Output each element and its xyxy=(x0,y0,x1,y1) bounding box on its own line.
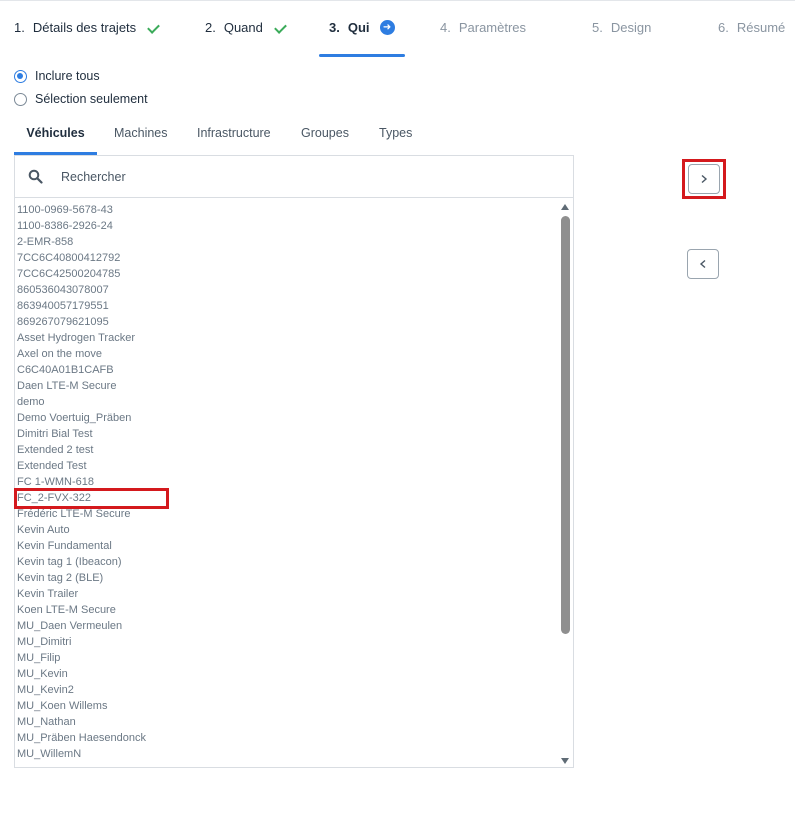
list-item[interactable]: FC_2-FVX-322 xyxy=(15,490,560,506)
radio-label: Sélection seulement xyxy=(35,92,148,106)
list-item[interactable]: 7CC6C42500204785 xyxy=(15,266,560,282)
list-item[interactable]: Extended 2 test xyxy=(15,442,560,458)
step-label: Paramètres xyxy=(458,20,527,35)
list-item[interactable]: MU_Daen Vermeulen xyxy=(15,618,560,634)
list-scrollbar[interactable] xyxy=(558,198,573,767)
step-label: Résumé xyxy=(736,20,786,35)
list-item[interactable]: MU_Filip xyxy=(15,650,560,666)
wizard-stepper: 1. Détails des trajets 2. Quand 3. Qui ➜… xyxy=(0,20,795,58)
radio-selected-icon[interactable] xyxy=(14,69,27,83)
top-divider xyxy=(0,0,795,1)
list-item[interactable]: Koen LTE-M Secure xyxy=(15,602,560,618)
list-item[interactable]: 869267079621095 xyxy=(15,314,560,330)
list-item[interactable]: FC 1-WMN-618 xyxy=(15,474,560,490)
radio-label: Inclure tous xyxy=(35,69,100,83)
chevron-left-icon xyxy=(699,259,706,269)
check-icon xyxy=(147,21,161,34)
step-who[interactable]: 3. Qui ➜ xyxy=(319,20,404,58)
list-item[interactable]: Dimitri Bial Test xyxy=(15,426,560,442)
tab-vehicles[interactable]: Véhicules xyxy=(14,124,97,155)
step-design[interactable]: 5. Design xyxy=(592,20,651,58)
list-item[interactable]: 1100-0969-5678-43 xyxy=(15,202,560,218)
list-item[interactable]: Demo Voertuig_Präben xyxy=(15,410,560,426)
step-parameters[interactable]: 4. Paramètres xyxy=(440,20,526,58)
remove-selection-button[interactable] xyxy=(687,249,719,279)
list-item[interactable]: MU_WillemN xyxy=(15,746,560,762)
scroll-up-icon[interactable] xyxy=(561,204,569,210)
vehicle-list[interactable]: 1100-0969-5678-43 1100-8386-2926-24 2-EMR-… xyxy=(15,202,560,767)
step-number: 4. xyxy=(440,20,451,35)
list-item[interactable]: demo xyxy=(15,394,560,410)
list-item[interactable]: Axel on the move xyxy=(15,346,560,362)
radio-unselected-icon[interactable] xyxy=(14,92,27,106)
step-number: 6. xyxy=(718,20,729,35)
chevron-right-icon xyxy=(701,174,708,184)
tab-types[interactable]: Types xyxy=(379,124,412,155)
search-input[interactable] xyxy=(61,161,541,192)
list-item[interactable]: Frédéric LTE-M Secure xyxy=(15,506,560,522)
step-number: 5. xyxy=(592,20,603,35)
vehicle-list-panel: 1100-0969-5678-431100-8386-2926-242-EMR-… xyxy=(14,155,574,768)
tab-machines[interactable]: Machines xyxy=(114,124,168,155)
step-number: 1. xyxy=(14,20,25,35)
list-item[interactable]: Kevin tag 1 (Ibeacon) xyxy=(15,554,560,570)
list-item[interactable]: 7CC6C40800412792 xyxy=(15,250,560,266)
list-item[interactable]: MU_Nathan xyxy=(15,714,560,730)
list-item[interactable]: MU_Koen Willems xyxy=(15,698,560,714)
check-icon xyxy=(274,21,287,34)
asset-type-tabs: Véhicules Machines Infrastructure Groupe… xyxy=(14,124,424,155)
list-item[interactable]: 863940057179551 xyxy=(15,298,560,314)
step-trip-details[interactable]: 1. Détails des trajets xyxy=(14,20,161,58)
radio-selection-only[interactable]: Sélection seulement xyxy=(14,91,148,107)
selection-mode-group: Inclure tous Sélection seulement xyxy=(14,68,148,114)
list-item[interactable]: Kevin Trailer xyxy=(15,586,560,602)
list-item[interactable]: Kevin Fundamental xyxy=(15,538,560,554)
list-item[interactable]: MU_Kevin xyxy=(15,666,560,682)
step-label: Quand xyxy=(223,20,263,35)
list-item[interactable]: 860536043078007 xyxy=(15,282,560,298)
search-bar xyxy=(15,156,573,198)
list-item[interactable]: C6C40A01B1CAFB xyxy=(15,362,560,378)
list-item[interactable]: Daen LTE-M Secure xyxy=(15,378,560,394)
step-label: Design xyxy=(610,20,652,35)
list-item[interactable]: Kevin Auto xyxy=(15,522,560,538)
step-summary[interactable]: 6. Résumé xyxy=(718,20,785,58)
list-item[interactable]: MU_Dimitri xyxy=(15,634,560,650)
list-item[interactable]: Kevin tag 2 (BLE) xyxy=(15,570,560,586)
step-label: Qui xyxy=(347,20,370,35)
radio-include-all[interactable]: Inclure tous xyxy=(14,68,148,84)
list-item[interactable]: Asset Hydrogen Tracker xyxy=(15,330,560,346)
scroll-thumb[interactable] xyxy=(561,216,570,634)
step-label: Détails des trajets xyxy=(32,20,137,35)
list-item[interactable]: MU_Kevin2 xyxy=(15,682,560,698)
list-item[interactable]: 1100-8386-2926-24 xyxy=(15,218,560,234)
list-item[interactable]: MU_Präben Haesendonck xyxy=(15,730,560,746)
list-item[interactable]: Extended Test xyxy=(15,458,560,474)
tab-groups[interactable]: Groupes xyxy=(301,124,349,155)
scroll-down-icon[interactable] xyxy=(561,758,569,764)
add-selection-button[interactable] xyxy=(688,164,720,194)
arrow-right-circle-icon: ➜ xyxy=(379,20,395,35)
tab-infrastructure[interactable]: Infrastructure xyxy=(197,124,271,155)
list-item[interactable]: 2-EMR-858 xyxy=(15,234,560,250)
search-icon xyxy=(15,156,61,198)
step-when[interactable]: 2. Quand xyxy=(205,20,287,58)
step-number: 3. xyxy=(329,20,340,35)
step-number: 2. xyxy=(205,20,216,35)
